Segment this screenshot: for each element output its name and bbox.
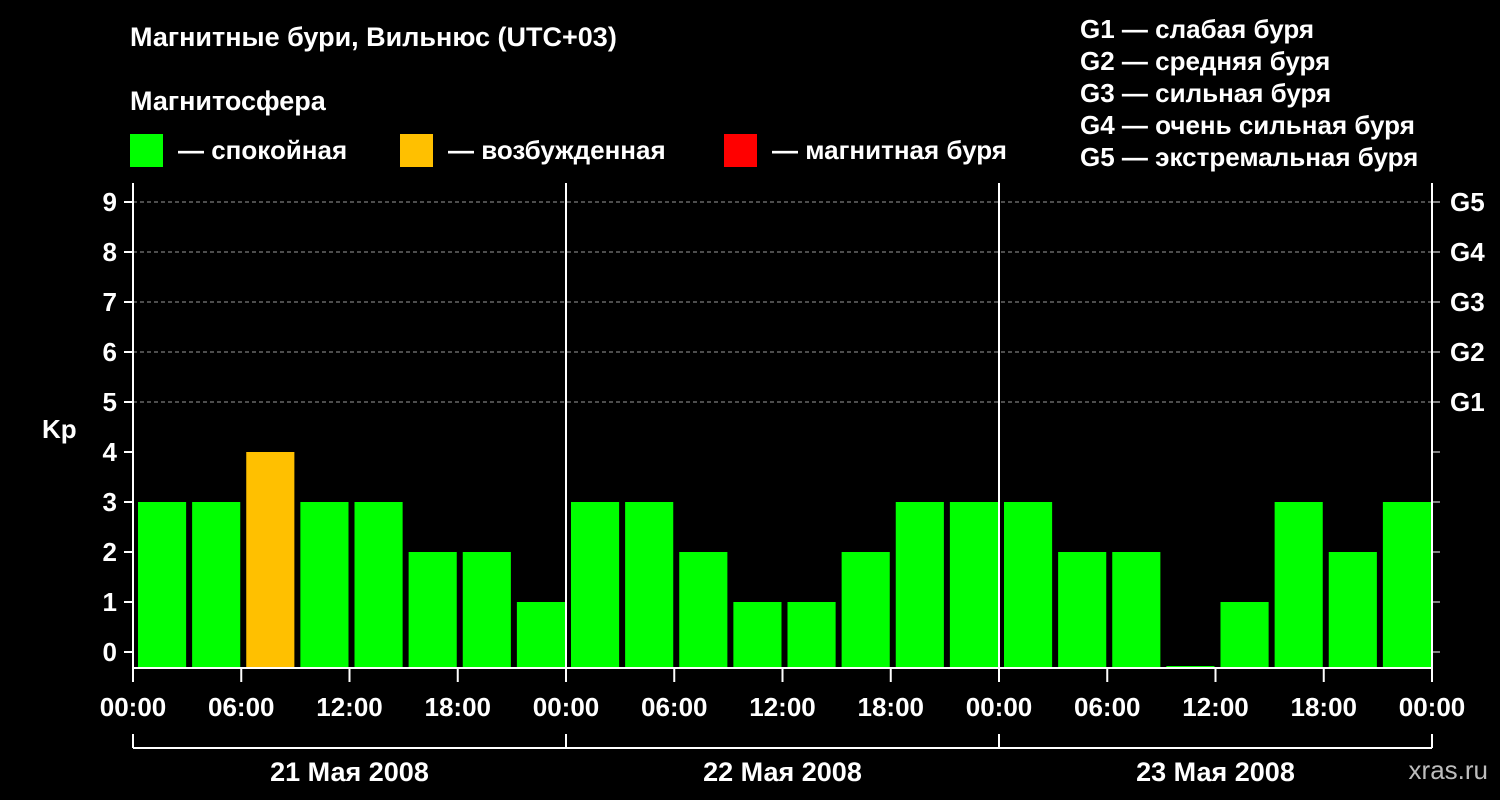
bar-4 <box>354 502 403 668</box>
y-tick-label-8: 8 <box>103 237 117 267</box>
bar-16 <box>1004 502 1053 668</box>
bar-9 <box>625 502 674 668</box>
x-tick-label-12: 00:00 <box>1399 692 1466 722</box>
x-tick-label-2: 12:00 <box>316 692 383 722</box>
x-tick-label-1: 06:00 <box>208 692 275 722</box>
y-tick-label-5: 5 <box>103 387 117 417</box>
bar-12 <box>787 602 836 668</box>
g-axis-label-g4: G4 <box>1450 237 1485 267</box>
y-axis-label: Kp <box>42 414 77 444</box>
bar-22 <box>1328 552 1377 668</box>
x-tick-label-11: 18:00 <box>1291 692 1358 722</box>
y-tick-label-1: 1 <box>103 587 117 617</box>
g-scale-g5: G5 — экстремальная буря <box>1080 142 1419 172</box>
chart-title: Магнитные бури, Вильнюс (UTC+03) <box>130 22 617 52</box>
x-tick-label-3: 18:00 <box>425 692 492 722</box>
bar-18 <box>1112 552 1161 668</box>
legend-swatch-quiet <box>130 134 163 167</box>
bar-17 <box>1058 552 1107 668</box>
day-label-1: 22 Мая 2008 <box>703 757 862 787</box>
bar-1 <box>192 502 241 668</box>
day-label-0: 21 Мая 2008 <box>270 757 429 787</box>
bar-8 <box>571 502 620 668</box>
g-axis-label-g5: G5 <box>1450 187 1485 217</box>
bar-20 <box>1220 602 1269 668</box>
g-scale-g1: G1 — слабая буря <box>1080 14 1315 44</box>
g-axis-label-g1: G1 <box>1450 387 1485 417</box>
y-tick-label-4: 4 <box>103 437 118 467</box>
bar-15 <box>949 502 998 668</box>
legend-label-storm: — магнитная буря <box>772 135 1007 165</box>
x-tick-label-10: 12:00 <box>1182 692 1249 722</box>
y-tick-label-3: 3 <box>103 487 117 517</box>
g-scale-g3: G3 — сильная буря <box>1080 78 1332 108</box>
bar-11 <box>733 602 782 668</box>
bar-2 <box>246 452 295 668</box>
day-label-2: 23 Мая 2008 <box>1136 757 1295 787</box>
y-tick-label-7: 7 <box>103 287 117 317</box>
bar-0 <box>138 502 187 668</box>
g-axis-label-g2: G2 <box>1450 337 1485 367</box>
bar-14 <box>895 502 944 668</box>
bar-13 <box>841 552 890 668</box>
legend-label-quiet: — спокойная <box>178 135 348 165</box>
watermark: xras.ru <box>1408 755 1488 785</box>
x-tick-label-4: 00:00 <box>533 692 600 722</box>
y-tick-label-9: 9 <box>103 187 117 217</box>
legend-swatch-storm <box>724 134 757 167</box>
x-tick-label-7: 18:00 <box>858 692 925 722</box>
y-tick-label-6: 6 <box>103 337 117 367</box>
bar-6 <box>462 552 511 668</box>
g-scale-g2: G2 — средняя буря <box>1080 46 1331 76</box>
legend-label-disturbed: — возбужденная <box>448 135 666 165</box>
bar-5 <box>408 552 457 668</box>
bar-10 <box>679 552 728 668</box>
legend-swatch-disturbed <box>400 134 433 167</box>
magnetosphere-heading: Магнитосфера <box>130 86 326 116</box>
g-scale-g4: G4 — очень сильная буря <box>1080 110 1415 140</box>
x-tick-label-9: 06:00 <box>1074 692 1141 722</box>
x-tick-label-8: 00:00 <box>966 692 1033 722</box>
x-tick-label-6: 12:00 <box>749 692 816 722</box>
x-tick-label-5: 06:00 <box>641 692 708 722</box>
y-tick-label-2: 2 <box>103 537 117 567</box>
bar-7 <box>516 602 565 668</box>
y-tick-label-0: 0 <box>103 637 117 667</box>
bar-3 <box>300 502 349 668</box>
g-axis-label-g3: G3 <box>1450 287 1485 317</box>
bar-23 <box>1382 502 1431 668</box>
x-tick-label-0: 00:00 <box>100 692 167 722</box>
bar-21 <box>1274 502 1323 668</box>
